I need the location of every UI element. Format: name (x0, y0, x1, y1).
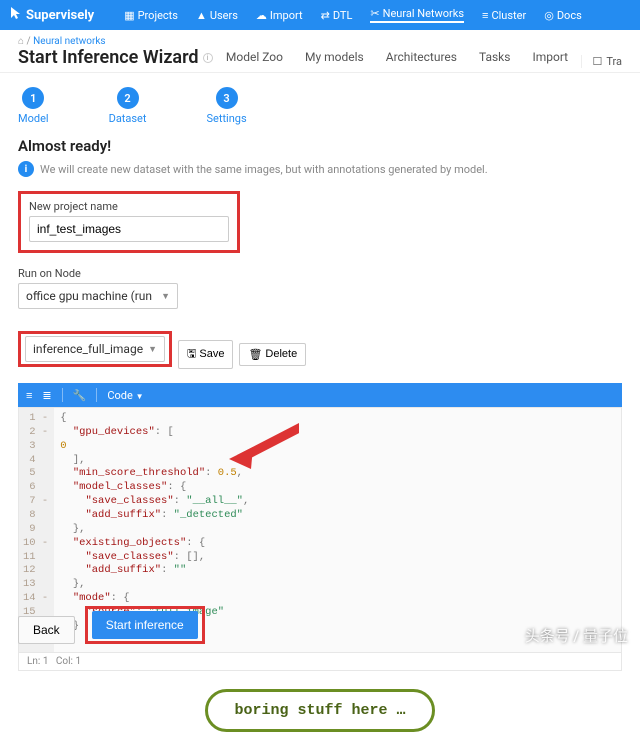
nav-dtl[interactable]: ⇄ DTL (321, 9, 353, 22)
chevron-down-icon: ▼ (161, 291, 170, 302)
top-right-action[interactable]: ☐ Tra (581, 55, 622, 68)
delete-button[interactable]: 🗑Delete (239, 343, 306, 366)
back-button[interactable]: Back (18, 616, 75, 644)
top-navbar: Supervisely ▦ Projects ▲ Users ☁ Import … (0, 0, 640, 30)
chevron-down-icon: ▼ (148, 344, 157, 355)
section-title: Almost ready! (18, 137, 622, 155)
preset-select[interactable]: inference_full_image▼ (25, 336, 165, 362)
highlight-preset: inference_full_image▼ (18, 331, 172, 367)
page-title: Start Inference Wizard i (18, 47, 213, 68)
subnav-tabs: Model Zoo My models Architectures Tasks … (226, 50, 568, 68)
subheader: ⌂ / Neural networks Start Inference Wiza… (0, 30, 640, 73)
nav-import[interactable]: ☁ Import (256, 9, 303, 22)
nav-cluster[interactable]: ≡ Cluster (482, 9, 526, 22)
breadcrumb-link[interactable]: Neural networks (33, 36, 105, 47)
code-dropdown[interactable]: Code ▼ (107, 389, 143, 402)
helper-row: i We will create new dataset with the sa… (18, 161, 622, 177)
step-settings[interactable]: 3Settings (207, 87, 247, 125)
chevron-down-icon: ▼ (136, 392, 144, 401)
info-icon[interactable]: i (203, 53, 213, 63)
helper-text: We will create new dataset with the same… (40, 163, 488, 176)
tab-architectures[interactable]: Architectures (386, 50, 457, 68)
nav-neural-networks[interactable]: ✂ Neural Networks (370, 7, 464, 23)
save-icon: 🖫 (187, 345, 196, 364)
align-right-icon[interactable]: ≣ (42, 389, 51, 402)
tab-my-models[interactable]: My models (305, 50, 364, 68)
highlight-start: Start inference (85, 606, 205, 644)
breadcrumb: ⌂ / Neural networks (18, 36, 213, 47)
wrench-icon[interactable]: 🔧 (73, 389, 87, 402)
stepper: 1Model 2Dataset 3Settings (0, 73, 640, 133)
tab-import[interactable]: Import (532, 50, 568, 68)
tab-tasks[interactable]: Tasks (479, 50, 511, 68)
brand-text: Supervisely (26, 8, 94, 23)
brand[interactable]: Supervisely (10, 6, 94, 24)
step-dataset[interactable]: 2Dataset (109, 87, 147, 125)
highlight-project-name: New project name (18, 191, 240, 253)
home-icon[interactable]: ⌂ (18, 36, 24, 47)
editor-toolbar: ≡ ≣ 🔧 Code ▼ (18, 383, 622, 407)
nav-users[interactable]: ▲ Users (196, 9, 238, 22)
footer-actions: Back Start inference (18, 606, 205, 654)
start-inference-button[interactable]: Start inference (92, 611, 198, 639)
run-node-label: Run on Node (18, 267, 622, 280)
project-name-input[interactable] (29, 216, 229, 242)
callout-bubble: boring stuff here … (205, 689, 434, 732)
cursor-icon (10, 6, 22, 24)
align-left-icon[interactable]: ≡ (26, 389, 32, 402)
info-badge-icon: i (18, 161, 34, 177)
project-name-label: New project name (29, 200, 229, 213)
run-node-select[interactable]: office gpu machine (run▼ (18, 283, 178, 309)
nav-links: ▦ Projects ▲ Users ☁ Import ⇄ DTL ✂ Neur… (124, 7, 582, 23)
tab-model-zoo[interactable]: Model Zoo (226, 50, 283, 68)
editor-status: Ln: 1 Col: 1 (18, 653, 622, 671)
nav-docs[interactable]: ◎ Docs (544, 9, 582, 22)
save-button[interactable]: 🖫Save (178, 340, 233, 369)
step-model[interactable]: 1Model (18, 87, 49, 125)
config-bar: inference_full_image▼ 🖫Save 🗑Delete (18, 327, 622, 383)
nav-projects[interactable]: ▦ Projects (124, 9, 178, 22)
watermark: 头条号 / 量子位 (525, 625, 628, 646)
trash-icon: 🗑 (248, 348, 262, 361)
